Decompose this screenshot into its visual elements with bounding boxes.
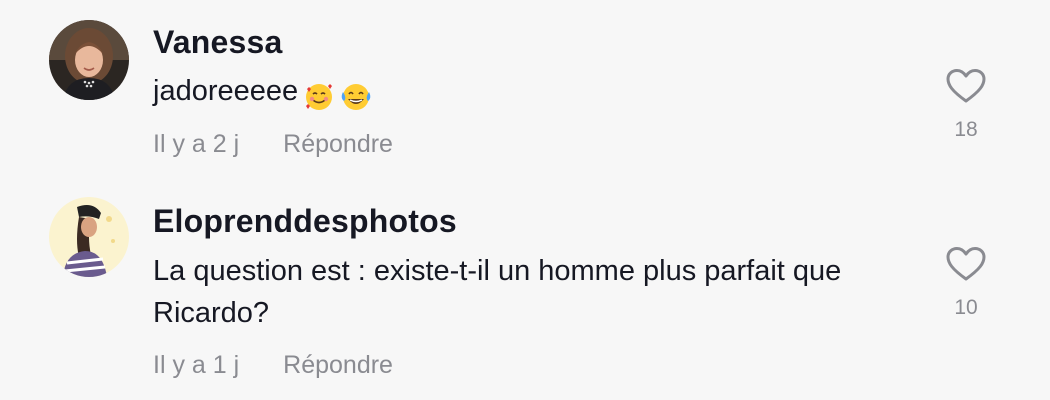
like-count: 10 (954, 296, 978, 319)
comment-timestamp: Il y a 1 j (153, 351, 240, 379)
comment-item: Vanessa jadoreeeee Il y a 2 j Répondre 1… (0, 0, 1050, 180)
comment-meta: Il y a 1 j Répondre (153, 351, 393, 380)
comment-text-content: jadoreeeee (153, 75, 299, 107)
avatar[interactable] (49, 20, 129, 100)
reply-button[interactable]: Répondre (283, 351, 393, 379)
like-count: 18 (954, 118, 978, 141)
reply-button[interactable]: Répondre (283, 130, 393, 158)
like-button[interactable]: 18 (940, 68, 992, 142)
comment-text: La question est : existe-t-il un homme p… (153, 255, 842, 329)
comment-username[interactable]: Eloprenddesphotos (153, 203, 457, 240)
heart-icon[interactable] (946, 68, 986, 104)
like-button[interactable]: 10 (940, 246, 992, 320)
comment-item: Eloprenddesphotos La question est : exis… (0, 180, 1050, 400)
comment-text: jadoreeeee (153, 70, 913, 117)
avatar-illustration-icon (49, 197, 129, 277)
tears-of-joy-icon (340, 75, 372, 117)
comment-timestamp: Il y a 2 j (153, 130, 240, 158)
comment-meta: Il y a 2 j Répondre (153, 130, 393, 159)
avatar-photo-icon (49, 20, 129, 100)
heart-icon[interactable] (946, 246, 986, 282)
comment-username[interactable]: Vanessa (153, 24, 283, 61)
avatar[interactable] (49, 197, 129, 277)
smiling-face-with-hearts-icon (304, 75, 334, 117)
